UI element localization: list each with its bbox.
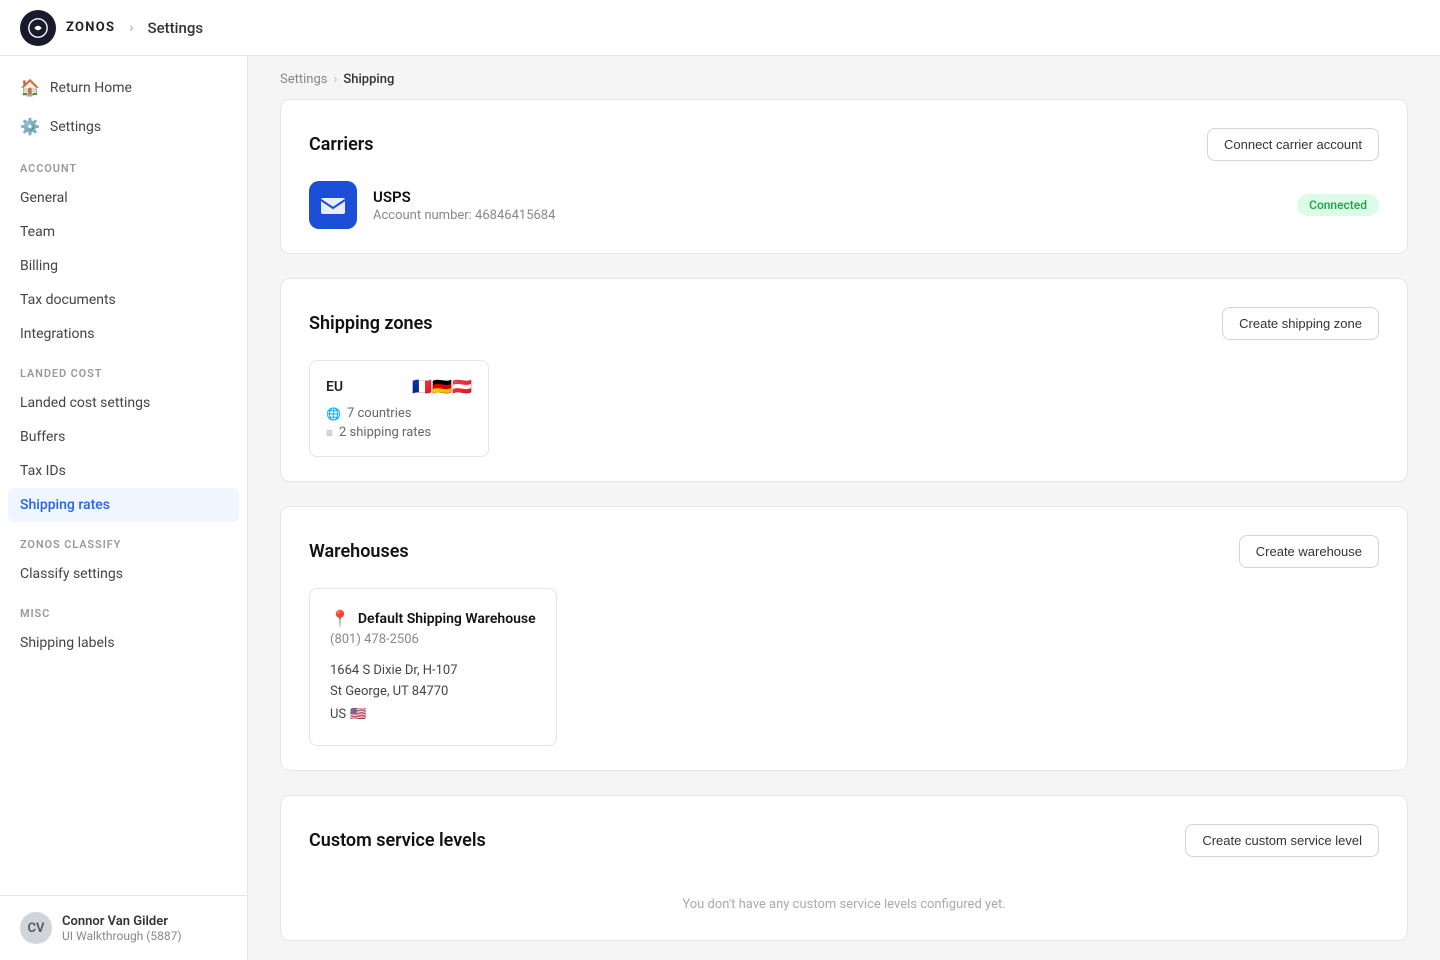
warehouse-country-flag: 🇺🇸 — [350, 705, 366, 726]
sidebar-footer: CV Connor Van Gilder UI Walkthrough (588… — [0, 895, 247, 960]
zone-flags: 🇫🇷🇩🇪🇦🇹 — [412, 377, 472, 396]
sidebar-item-team[interactable]: Team — [0, 215, 247, 249]
breadcrumb-current: Shipping — [343, 72, 394, 87]
custom-service-levels-card: Custom service levels Create custom serv… — [280, 795, 1408, 941]
sidebar-item-tax-ids[interactable]: Tax IDs — [0, 454, 247, 488]
zone-header: EU 🇫🇷🇩🇪🇦🇹 — [326, 377, 472, 396]
warehouse-country-code: US — [330, 705, 346, 726]
section-label-classify: ZONOS CLASSIFY — [0, 522, 247, 557]
sidebar-item-shipping-rates[interactable]: Shipping rates — [8, 488, 239, 522]
logo[interactable] — [20, 10, 56, 46]
carriers-card: Carriers Connect carrier account USPS Ac… — [280, 99, 1408, 254]
avatar: CV — [20, 912, 52, 944]
shipping-zones-header: Shipping zones Create shipping zone — [309, 307, 1379, 340]
warehouse-phone: (801) 478-2506 — [330, 632, 536, 647]
zone-rates-row: ≡ 2 shipping rates — [326, 425, 472, 440]
section-label-misc: MISC — [0, 591, 247, 626]
connect-carrier-button[interactable]: Connect carrier account — [1207, 128, 1379, 161]
sidebar-nav: 🏠 Return Home ⚙️ Settings ACCOUNT Genera… — [0, 56, 247, 895]
breadcrumb-parent[interactable]: Settings — [280, 72, 327, 87]
zone-name: EU — [326, 379, 343, 395]
pin-icon: 📍 — [330, 609, 350, 628]
zone-countries-row: 🌐 7 countries — [326, 406, 472, 421]
settings-icon: ⚙️ — [20, 117, 40, 136]
zone-meta: 🌐 7 countries ≡ 2 shipping rates — [326, 406, 472, 440]
sidebar-item-billing[interactable]: Billing — [0, 249, 247, 283]
create-shipping-zone-button[interactable]: Create shipping zone — [1222, 307, 1379, 340]
user-subtitle: UI Walkthrough (5887) — [62, 929, 182, 943]
carriers-title: Carriers — [309, 134, 374, 155]
main-content: Settings › Shipping Carriers Connect car… — [248, 56, 1440, 960]
shipping-zones-card: Shipping zones Create shipping zone EU 🇫… — [280, 278, 1408, 482]
topbar: ZONOS › Settings — [0, 0, 1440, 56]
sidebar-item-landed-cost-settings[interactable]: Landed cost settings — [0, 386, 247, 420]
sidebar-item-integrations[interactable]: Integrations — [0, 317, 247, 351]
warehouse-address: 1664 S Dixie Dr, H-107 St George, UT 847… — [330, 661, 536, 725]
warehouse-header: 📍 Default Shipping Warehouse — [330, 609, 536, 628]
warehouses-header: Warehouses Create warehouse — [309, 535, 1379, 568]
warehouse-name: Default Shipping Warehouse — [358, 611, 536, 627]
sidebar-item-return-home[interactable]: 🏠 Return Home — [0, 68, 247, 107]
zone-shipping-rates: 2 shipping rates — [339, 425, 431, 440]
topbar-chevron: › — [129, 20, 133, 36]
create-warehouse-button[interactable]: Create warehouse — [1239, 535, 1379, 568]
sidebar: 🏠 Return Home ⚙️ Settings ACCOUNT Genera… — [0, 56, 248, 960]
shipping-zones-title: Shipping zones — [309, 313, 433, 334]
brand-name: ZONOS — [66, 20, 115, 35]
carrier-status-badge: Connected — [1297, 194, 1379, 216]
sidebar-settings-label: Settings — [50, 119, 101, 135]
breadcrumb-arrow: › — [333, 72, 337, 87]
carrier-icon — [309, 181, 357, 229]
warehouses-title: Warehouses — [309, 541, 409, 562]
custom-service-levels-header: Custom service levels Create custom serv… — [309, 824, 1379, 857]
sidebar-item-buffers[interactable]: Buffers — [0, 420, 247, 454]
warehouses-card: Warehouses Create warehouse 📍 Default Sh… — [280, 506, 1408, 771]
create-custom-service-level-button[interactable]: Create custom service level — [1185, 824, 1379, 857]
carrier-name: USPS — [373, 188, 1281, 206]
carrier-row: USPS Account number: 46846415684 Connect… — [309, 181, 1379, 229]
sidebar-item-shipping-labels[interactable]: Shipping labels — [0, 626, 247, 660]
warehouse-address-line2: St George, UT 84770 — [330, 682, 536, 703]
home-icon: 🏠 — [20, 78, 40, 97]
sidebar-item-tax-documents[interactable]: Tax documents — [0, 283, 247, 317]
sidebar-return-home-label: Return Home — [50, 80, 132, 96]
section-label-landed-cost: LANDED COST — [0, 351, 247, 386]
sidebar-item-settings[interactable]: ⚙️ Settings — [0, 107, 247, 146]
globe-icon: 🌐 — [326, 407, 341, 421]
topbar-page-title: Settings — [148, 19, 204, 37]
rate-icon: ≡ — [326, 426, 333, 440]
carrier-account: Account number: 46846415684 — [373, 208, 1281, 223]
carriers-card-header: Carriers Connect carrier account — [309, 128, 1379, 161]
custom-service-levels-title: Custom service levels — [309, 830, 486, 851]
sidebar-item-classify-settings[interactable]: Classify settings — [0, 557, 247, 591]
warehouse-country: US 🇺🇸 — [330, 705, 536, 726]
zone-card-eu[interactable]: EU 🇫🇷🇩🇪🇦🇹 🌐 7 countries ≡ 2 shipping rat… — [309, 360, 489, 457]
breadcrumb: Settings › Shipping — [248, 56, 1440, 99]
user-name: Connor Van Gilder — [62, 914, 182, 929]
zone-countries: 7 countries — [347, 406, 412, 421]
warehouse-address-line1: 1664 S Dixie Dr, H-107 — [330, 661, 536, 682]
warehouse-card-default[interactable]: 📍 Default Shipping Warehouse (801) 478-2… — [309, 588, 557, 746]
custom-service-levels-empty: You don't have any custom service levels… — [309, 877, 1379, 916]
sidebar-item-general[interactable]: General — [0, 181, 247, 215]
section-label-account: ACCOUNT — [0, 146, 247, 181]
carrier-info: USPS Account number: 46846415684 — [373, 188, 1281, 223]
